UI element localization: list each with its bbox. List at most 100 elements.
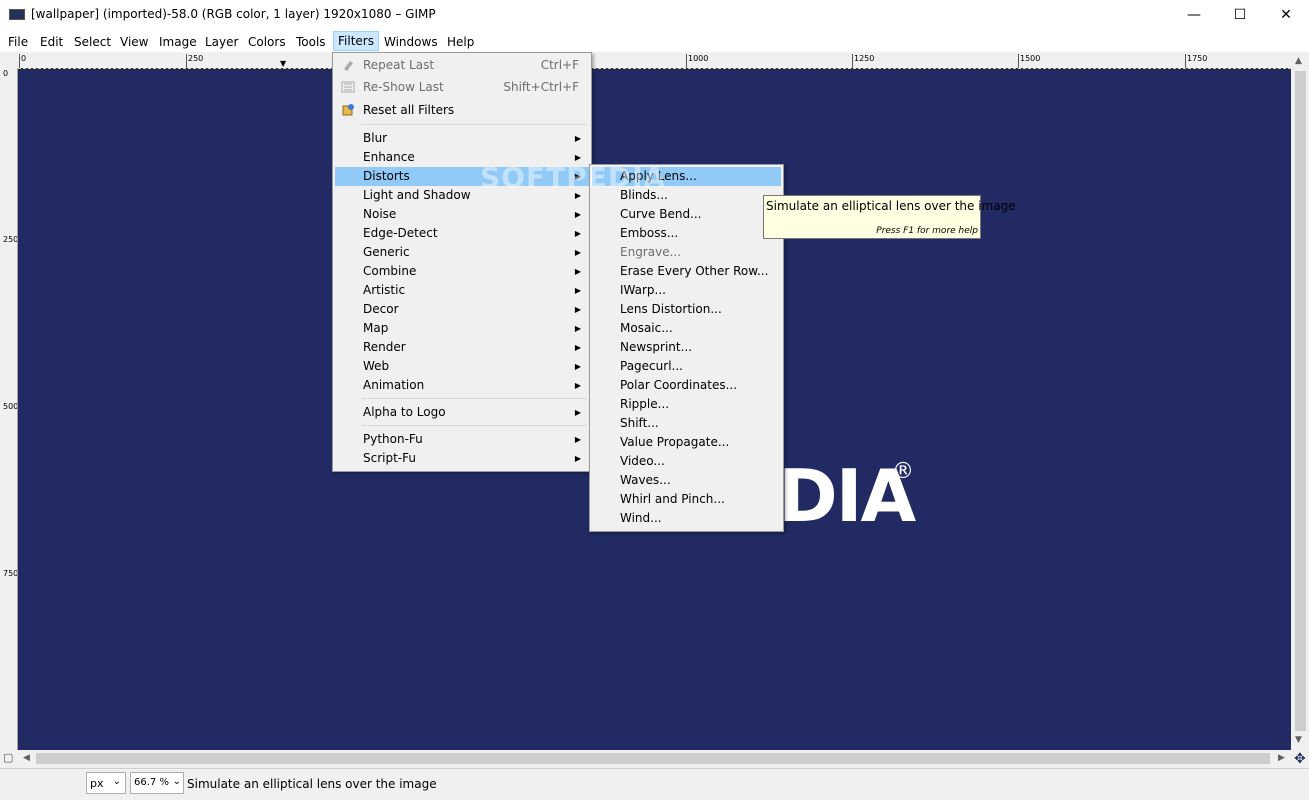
menu-item-whirl-and-pinch[interactable]: Whirl and Pinch... [592,490,781,509]
menu-item-combine[interactable]: Combine ▶ [335,262,589,281]
menu-item-decor[interactable]: Decor ▶ [335,300,589,319]
menu-item-shift[interactable]: Shift... [592,414,781,433]
menu-item-label: Polar Coordinates... [620,378,738,392]
scroll-down-icon[interactable]: ▼ [1295,735,1302,745]
scroll-up-icon[interactable]: ▲ [1295,56,1302,66]
filters-menu: Repeat Last Ctrl+F Re-Show Last Shift+Ct… [332,52,592,472]
chevron-down-icon: ⌄ [172,776,181,787]
menu-item-render[interactable]: Render ▶ [335,338,589,357]
menu-item-blur[interactable]: Blur ▶ [335,129,589,148]
menu-layer[interactable]: Layer [202,33,241,51]
watermark: SOFTPEDIA [480,161,667,194]
horizontal-scrollbar[interactable]: ◀ ▶ [18,750,1291,767]
maximize-icon: ☐ [1233,7,1247,23]
vertical-ruler[interactable]: 0 250 500 750 [0,68,18,750]
menu-item-waves[interactable]: Waves... [592,471,781,490]
horizontal-ruler[interactable]: 0 250 1000 1250 1500 1750 ▼ [18,53,1291,69]
menu-colors[interactable]: Colors [245,33,289,51]
menu-item-label: Artistic [363,283,406,297]
menu-file[interactable]: File [5,33,31,51]
vertical-scroll-thumb[interactable] [1295,71,1306,731]
menu-item-label: Animation [363,378,425,392]
menu-item-repeat-last[interactable]: Repeat Last Ctrl+F [335,56,589,75]
menu-item-label: Noise [363,207,397,221]
menu-item-accel: Ctrl+F [540,58,579,72]
quick-mask-icon[interactable]: ▢ [3,751,13,764]
menu-item-label: Generic [363,245,410,259]
minimize-button[interactable]: — [1171,0,1217,30]
menu-item-noise[interactable]: Noise ▶ [335,205,589,224]
tooltip-text: Simulate an elliptical lens over the ima… [766,199,1016,213]
menu-item-newsprint[interactable]: Newsprint... [592,338,781,357]
zoom-select[interactable]: 66.7 % ⌄ [130,772,184,794]
ruler-label: 750 [3,569,18,578]
menu-item-map[interactable]: Map ▶ [335,319,589,338]
menu-item-script-fu[interactable]: Script-Fu ▶ [335,449,589,468]
submenu-arrow-icon: ▶ [574,267,581,276]
ruler-label: 1750 [1187,54,1208,63]
menu-separator [361,124,587,125]
menu-item-label: Enhance [363,150,415,164]
menu-item-generic[interactable]: Generic ▶ [335,243,589,262]
tooltip-hint: Press F1 for more help [876,226,978,236]
ruler-tick [19,54,20,68]
menu-select[interactable]: Select [71,33,114,51]
menu-item-label: Pagecurl... [620,359,683,373]
submenu-arrow-icon: ▶ [574,408,581,417]
unit-select[interactable]: px ⌄ [86,772,126,794]
menu-item-python-fu[interactable]: Python-Fu ▶ [335,430,589,449]
close-button[interactable]: ✕ [1263,0,1309,30]
menu-item-label: Alpha to Logo [363,405,446,419]
horizontal-scroll-thumb[interactable] [36,753,1270,764]
menu-item-label: Script-Fu [363,451,416,465]
ruler-tick [1185,54,1186,68]
menu-item-label: Curve Bend... [620,207,702,221]
menu-filters[interactable]: Filters [333,31,379,51]
menu-item-wind[interactable]: Wind... [592,509,781,528]
menu-item-alpha-to-logo[interactable]: Alpha to Logo ▶ [335,403,589,422]
submenu-arrow-icon: ▶ [574,381,581,390]
scroll-left-icon[interactable]: ◀ [23,753,30,763]
menu-item-value-propagate[interactable]: Value Propagate... [592,433,781,452]
ruler-label: 1000 [688,54,709,63]
menu-item-label: Re-Show Last [363,80,444,94]
menu-item-reset-all-filters[interactable]: Reset all Filters [335,101,589,120]
menu-item-reshow-last[interactable]: Re-Show Last Shift+Ctrl+F [335,78,589,97]
menu-item-label: Python-Fu [363,432,423,446]
menu-item-lens-distortion[interactable]: Lens Distortion... [592,300,781,319]
navigate-icon[interactable]: ✥ [1294,751,1306,767]
status-bar: px ⌄ 66.7 % ⌄ Simulate an elliptical len… [0,768,1309,800]
reset-icon [341,103,355,117]
maximize-button[interactable]: ☐ [1217,0,1263,30]
menu-windows[interactable]: Windows [381,33,441,51]
menu-edit[interactable]: Edit [37,33,66,51]
submenu-arrow-icon: ▶ [574,362,581,371]
menu-help[interactable]: Help [444,33,477,51]
menu-item-ripple[interactable]: Ripple... [592,395,781,414]
ruler-pointer-icon: ▼ [280,59,287,68]
menu-item-edge-detect[interactable]: Edge-Detect ▶ [335,224,589,243]
menu-item-artistic[interactable]: Artistic ▶ [335,281,589,300]
menu-item-label: Wind... [620,511,662,525]
menu-item-label: Decor [363,302,399,316]
menu-item-erase-every-other-row[interactable]: Erase Every Other Row... [592,262,781,281]
menu-item-engrave[interactable]: Engrave... [592,243,781,262]
menu-item-web[interactable]: Web ▶ [335,357,589,376]
menu-item-pagecurl[interactable]: Pagecurl... [592,357,781,376]
menu-item-mosaic[interactable]: Mosaic... [592,319,781,338]
vertical-scrollbar[interactable]: ▲ ▼ [1292,53,1309,750]
menu-item-animation[interactable]: Animation ▶ [335,376,589,395]
menu-item-iwarp[interactable]: IWarp... [592,281,781,300]
menu-item-polar-coordinates[interactable]: Polar Coordinates... [592,376,781,395]
menu-item-video[interactable]: Video... [592,452,781,471]
menu-item-curve-bend[interactable]: Curve Bend... [592,205,781,224]
menu-image[interactable]: Image [156,33,200,51]
scroll-right-icon[interactable]: ▶ [1278,753,1285,763]
menu-view[interactable]: View [117,33,151,51]
menu-tools[interactable]: Tools [293,33,329,51]
ruler-corner[interactable] [0,53,17,68]
menu-item-label: Lens Distortion... [620,302,722,316]
logo-registered-mark: ® [892,459,914,484]
menu-item-emboss[interactable]: Emboss... [592,224,781,243]
ruler-tick [852,54,853,68]
